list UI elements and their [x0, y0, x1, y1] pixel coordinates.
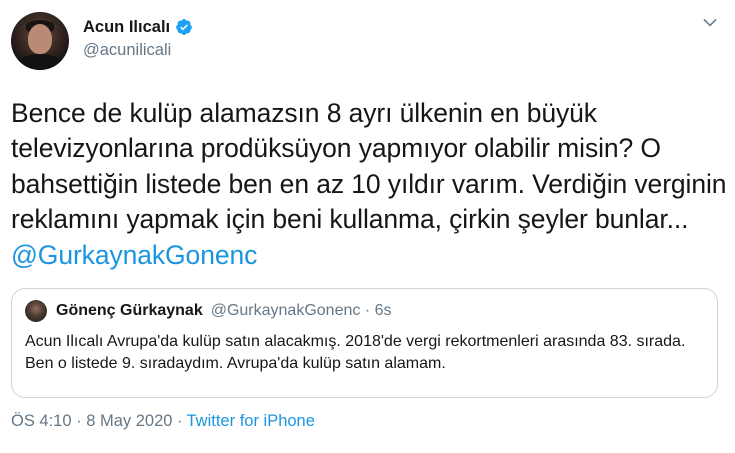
tweet-meta: ÖS 4:10 · 8 May 2020 · Twitter for iPhon…: [11, 412, 725, 431]
verified-badge-icon: [176, 19, 192, 35]
tweet-source-link[interactable]: Twitter for iPhone: [187, 412, 315, 431]
author-names: Acun Ilıcalı @acunilicali: [83, 16, 193, 60]
quoted-tweet-header: Gönenç Gürkaynak @GurkaynakGonenc · 6s: [25, 300, 705, 323]
author-handle[interactable]: @acunilicali: [83, 41, 193, 60]
author-name-row: Acun Ilıcalı: [83, 16, 193, 38]
tweet-card: Acun Ilıcalı @acunilicali Bence de kulüp…: [0, 0, 735, 453]
tweet-mention-link[interactable]: @GurkaynakGonenc: [11, 240, 257, 270]
tweet-timestamp[interactable]: ÖS 4:10 · 8 May 2020 ·: [11, 412, 183, 431]
quoted-handle-time: @GurkaynakGonenc · 6s: [210, 302, 392, 320]
tweet-text: Bence de kulüp alamazsın 8 ayrı ülkenin …: [11, 96, 729, 273]
tweet-header: Acun Ilıcalı @acunilicali: [11, 12, 725, 74]
chevron-down-icon[interactable]: [701, 14, 719, 32]
quoted-tweet[interactable]: Gönenç Gürkaynak @GurkaynakGonenc · 6s A…: [11, 288, 718, 399]
tweet-body: Bence de kulüp alamazsın 8 ayrı ülkenin …: [11, 98, 727, 235]
avatar-face: [28, 24, 52, 54]
quoted-text: Acun Ilıcalı Avrupa'da kulüp satın alaca…: [25, 333, 686, 373]
author-display-name[interactable]: Acun Ilıcalı: [83, 18, 170, 37]
author-avatar[interactable]: [11, 12, 69, 70]
quoted-avatar: [25, 300, 47, 323]
avatar-body: [15, 54, 65, 70]
quoted-display-name: Gönenç Gürkaynak: [56, 302, 203, 320]
